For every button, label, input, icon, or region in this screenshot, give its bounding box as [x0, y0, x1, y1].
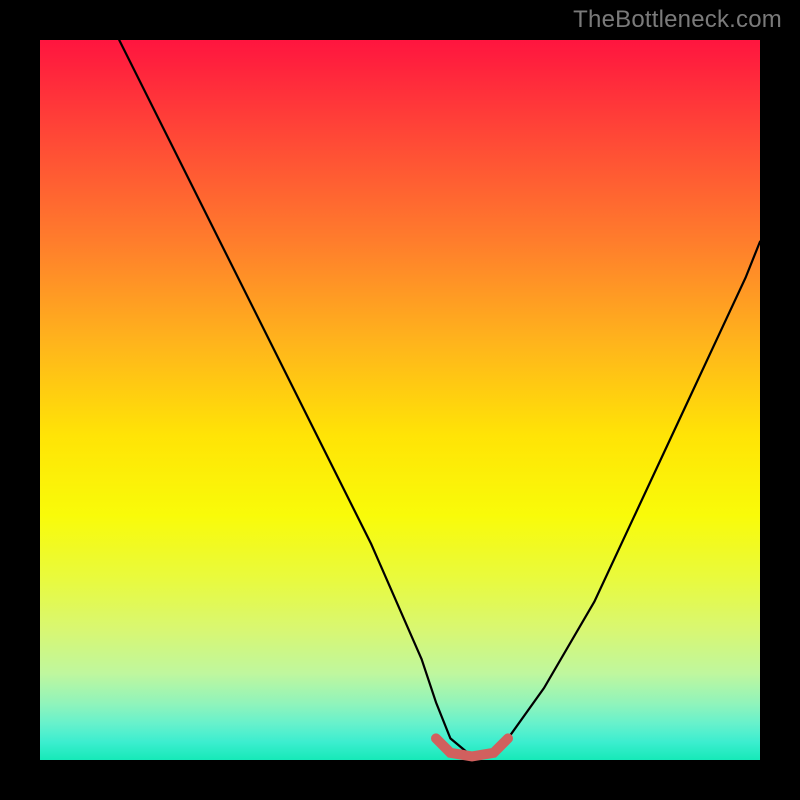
chart-plot-area — [40, 40, 760, 760]
watermark-text: TheBottleneck.com — [573, 6, 782, 34]
chart-svg — [40, 40, 760, 760]
main-curve — [119, 40, 760, 756]
highlight-segment — [436, 738, 508, 756]
